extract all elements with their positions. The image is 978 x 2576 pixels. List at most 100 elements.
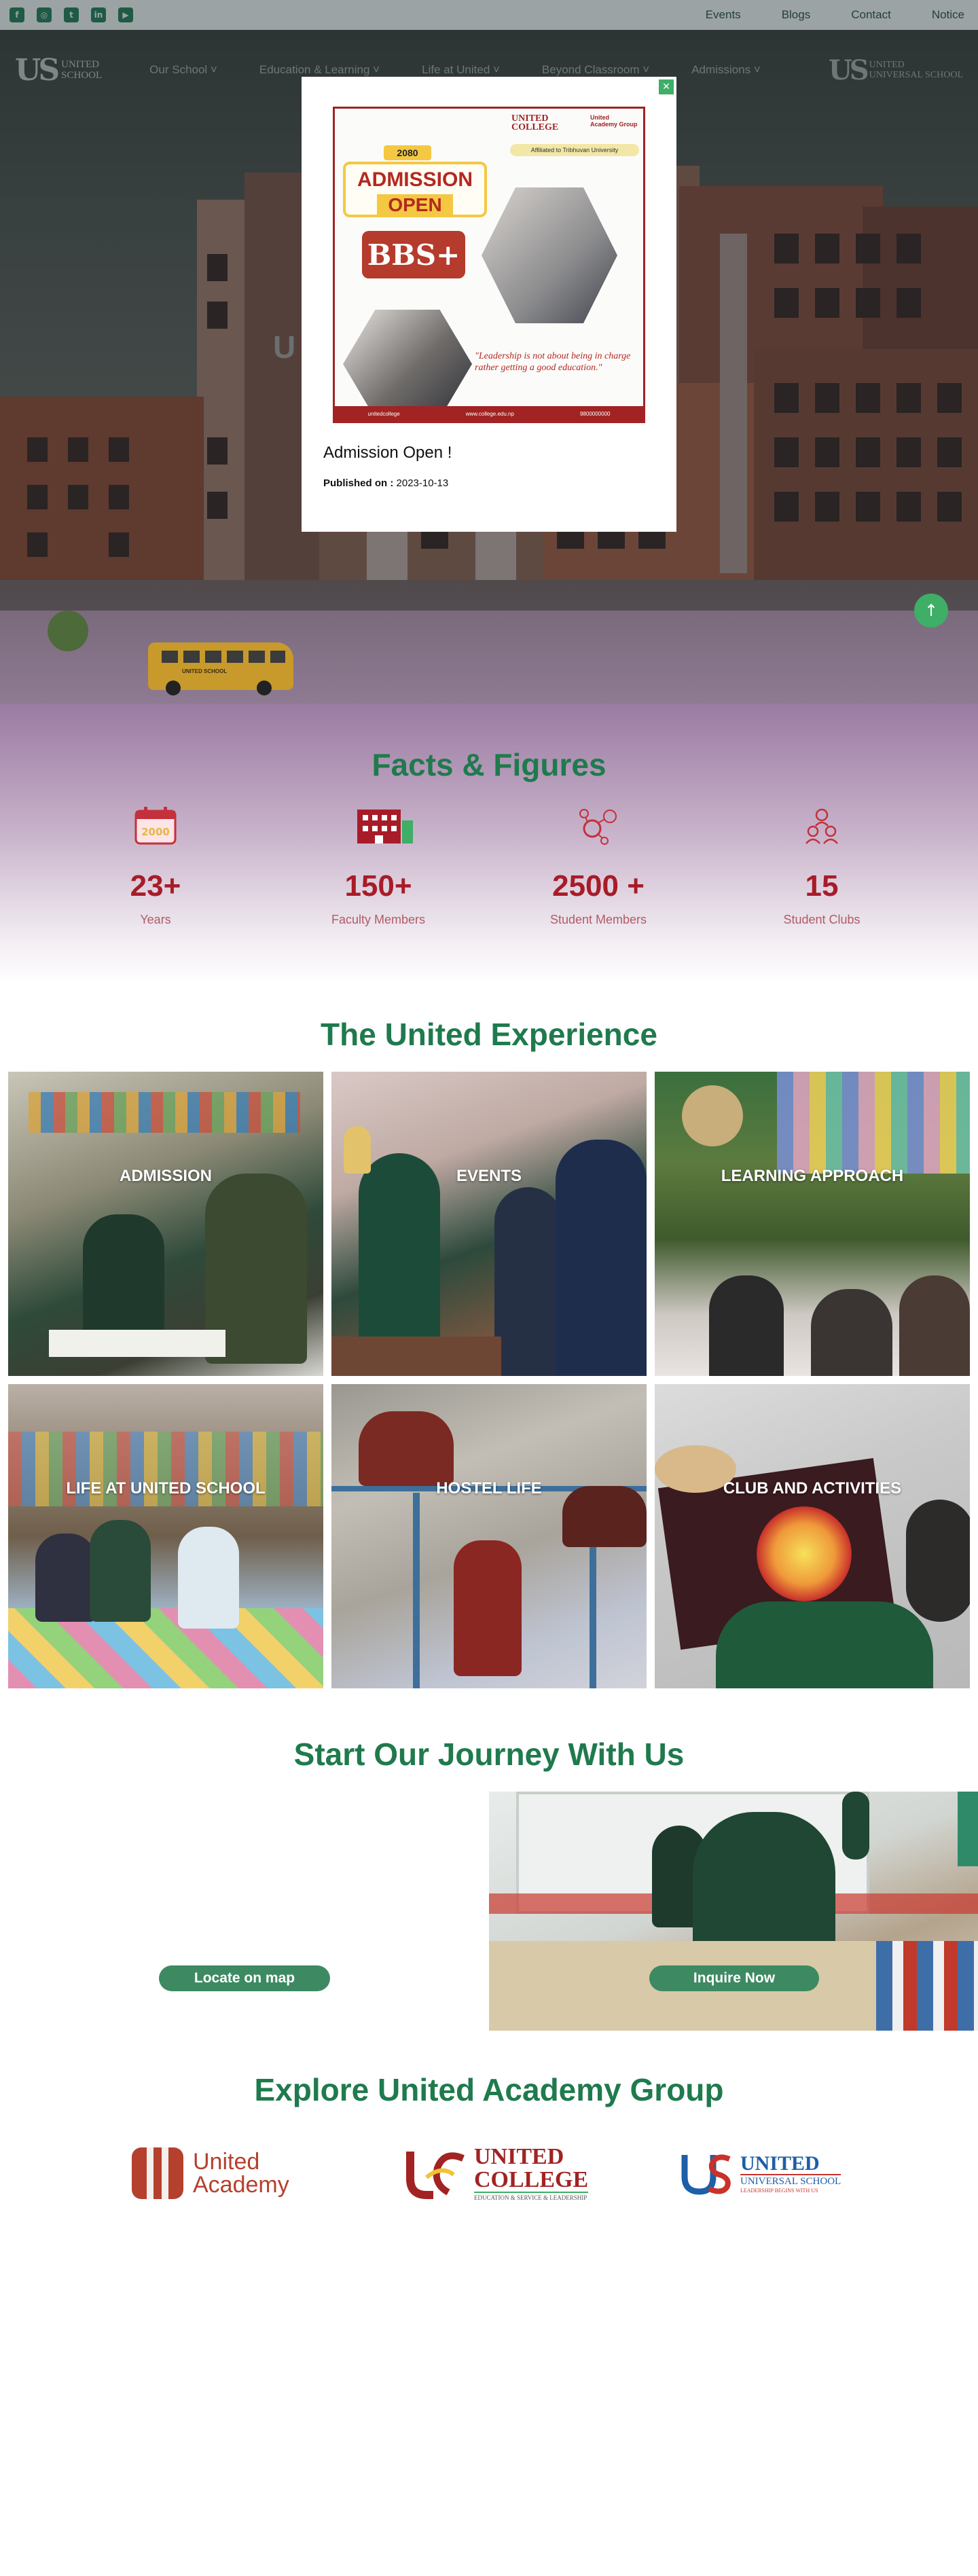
poster-lecture-photo [343, 310, 472, 418]
journey-classroom-photo: Inquire Now [489, 1792, 978, 2031]
fact-clubs: 15 Student Clubs [734, 805, 910, 927]
tile-events[interactable]: EVENTS [331, 1072, 647, 1376]
arrow-up-icon: ↑ [924, 601, 939, 620]
tile-label: EVENTS [456, 1167, 522, 1185]
nav-item-our-school[interactable]: Our School ˅ [149, 63, 217, 77]
brand3-line2: UNIVERSAL SCHOOL [740, 2173, 841, 2188]
logo2-line2: UNIVERSAL SCHOOL [869, 70, 963, 80]
tile-hostel-life[interactable]: HOSTEL LIFE [331, 1384, 647, 1688]
journey-title: Start Our Journey With Us [293, 1737, 685, 1772]
inquire-now-button[interactable]: Inquire Now [649, 1965, 819, 1991]
united-universal-logo-icon [681, 2154, 731, 2195]
close-button[interactable]: ✕ [659, 79, 674, 94]
brand1-line2: Academy [193, 2172, 289, 2198]
top-link-events[interactable]: Events [706, 8, 741, 22]
locate-on-map-button[interactable]: Locate on map [159, 1965, 330, 1991]
brand1-line1: United [193, 2149, 260, 2175]
fact-label: Student Members [549, 913, 647, 926]
nav-item-admissions[interactable]: Admissions ˅ [691, 63, 761, 77]
bus-label: UNITED SCHOOL [182, 668, 228, 674]
fact-years: 2000 23+ Years [67, 805, 244, 927]
top-bar: f ◎ t in ▶ Events Blogs Contact Notice [0, 0, 978, 30]
tile-clubs-activities[interactable]: CLUB AND ACTIVITIES [655, 1384, 970, 1688]
united-academy-logo-icon [132, 2147, 183, 2199]
fact-value: 23+ [130, 869, 181, 903]
tile-label: CLUB AND ACTIVITIES [723, 1479, 902, 1498]
poster-quote: "Leadership is not about being in charge… [475, 351, 631, 373]
social-links: f ◎ t in ▶ [10, 7, 133, 22]
poster-program-badge: BBS+ [362, 231, 465, 278]
logo2-line1: UNITED [869, 60, 905, 70]
brand-united-universal-school[interactable]: UNITED UNIVERSAL SCHOOL LEADERSHIP BEGIN… [679, 2145, 841, 2202]
poster-college-logo: UNITED COLLEGE [511, 113, 559, 132]
building-icon [355, 805, 413, 846]
logo-mark-icon: US [15, 52, 60, 88]
poster-admission-banner: ADMISSION OPEN [343, 162, 487, 217]
network-icon [575, 805, 622, 846]
tile-label: HOSTEL LIFE [436, 1479, 542, 1498]
tile-label: LIFE AT UNITED SCHOOL [66, 1479, 266, 1498]
tile-life-at-school[interactable]: LIFE AT UNITED SCHOOL [8, 1384, 323, 1688]
tile-admission[interactable]: ADMISSION [8, 1072, 323, 1376]
fact-value: 150+ [344, 869, 412, 903]
poster-footer: unitedcollege www.college.edu.np 9800000… [335, 406, 643, 421]
fact-label: Years [140, 913, 171, 926]
poster-group-logo: United Academy Group [590, 114, 638, 128]
nav-menu: Our School ˅ Education & Learning ˅ Life… [149, 63, 761, 77]
fact-faculty: 150+ Faculty Members [290, 805, 467, 927]
experience-title: The United Experience [321, 1017, 657, 1052]
youtube-icon[interactable]: ▶ [118, 7, 133, 22]
brand3-line3: LEADERSHIP BEGINS WITH US [740, 2187, 818, 2194]
fact-value: 15 [805, 869, 839, 903]
nav-item-beyond[interactable]: Beyond Classroom ˅ [542, 63, 649, 77]
top-link-notice[interactable]: Notice [932, 8, 964, 22]
scroll-to-top-button[interactable]: ↑ [914, 594, 948, 628]
facts-section: Facts & Figures 2000 23+ Years 150+ Facu… [0, 704, 978, 983]
brand2-line2: COLLEGE [474, 2167, 589, 2192]
brand2-line3: EDUCATION & SERVICE & LEADERSHIP [474, 2192, 589, 2201]
nav-item-education[interactable]: Education & Learning ˅ [259, 63, 380, 77]
logo-line2: SCHOOL [61, 70, 103, 81]
poster-classroom-photo [482, 187, 617, 323]
tile-label: ADMISSION [119, 1167, 212, 1185]
twitter-icon[interactable]: t [64, 7, 79, 22]
tile-label: LEARNING APPROACH [721, 1167, 904, 1185]
top-link-blogs[interactable]: Blogs [782, 8, 811, 22]
fact-students: 2500 + Student Members [510, 805, 687, 927]
fact-label: Student Clubs [783, 913, 861, 926]
fact-value: 2500 + [552, 869, 645, 903]
poster-year: 2080 [384, 145, 431, 160]
svg-text:2000: 2000 [141, 826, 170, 838]
ground-illustration [0, 611, 978, 704]
nav-item-life[interactable]: Life at United ˅ [422, 63, 500, 77]
school-bus-illustration: UNITED SCHOOL [148, 642, 293, 695]
brand-united-academy[interactable]: United Academy [129, 2145, 289, 2202]
facebook-icon[interactable]: f [10, 7, 24, 22]
site-logo[interactable]: US UNITED SCHOOL [15, 53, 102, 88]
universal-logo-mark-icon: US [828, 54, 869, 86]
top-link-contact[interactable]: Contact [851, 8, 891, 22]
map-area[interactable]: Locate on map [0, 1792, 489, 2031]
poster-affiliation: Affiliated to Tribhuvan University [510, 144, 639, 156]
admission-poster: UNITED COLLEGE United Academy Group Affi… [333, 107, 645, 423]
brand3-line1: UNITED [740, 2152, 820, 2175]
top-links: Events Blogs Contact Notice [706, 8, 968, 22]
explore-title: Explore United Academy Group [254, 2072, 724, 2107]
tree-illustration [48, 611, 88, 651]
calendar-icon: 2000 [132, 805, 179, 846]
close-icon: ✕ [662, 81, 670, 92]
fact-label: Faculty Members [331, 913, 426, 926]
linkedin-icon[interactable]: in [91, 7, 106, 22]
group-icon [798, 805, 846, 846]
facts-title: Facts & Figures [372, 747, 606, 782]
brand2-line1: UNITED [474, 2144, 564, 2169]
admission-popup-modal: ✕ UNITED COLLEGE United Academy Group Af… [302, 77, 676, 532]
modal-title: Admission Open ! [323, 443, 452, 462]
united-college-logo-icon [406, 2152, 465, 2199]
instagram-icon[interactable]: ◎ [37, 7, 52, 22]
logo-line1: UNITED [61, 59, 99, 70]
tile-learning-approach[interactable]: LEARNING APPROACH [655, 1072, 970, 1376]
brand-united-college[interactable]: UNITED COLLEGE EDUCATION & SERVICE & LEA… [406, 2144, 589, 2202]
universal-school-logo[interactable]: US UNITED UNIVERSAL SCHOOL [829, 54, 963, 86]
modal-published-date: Published on : 2023-10-13 [323, 477, 449, 489]
